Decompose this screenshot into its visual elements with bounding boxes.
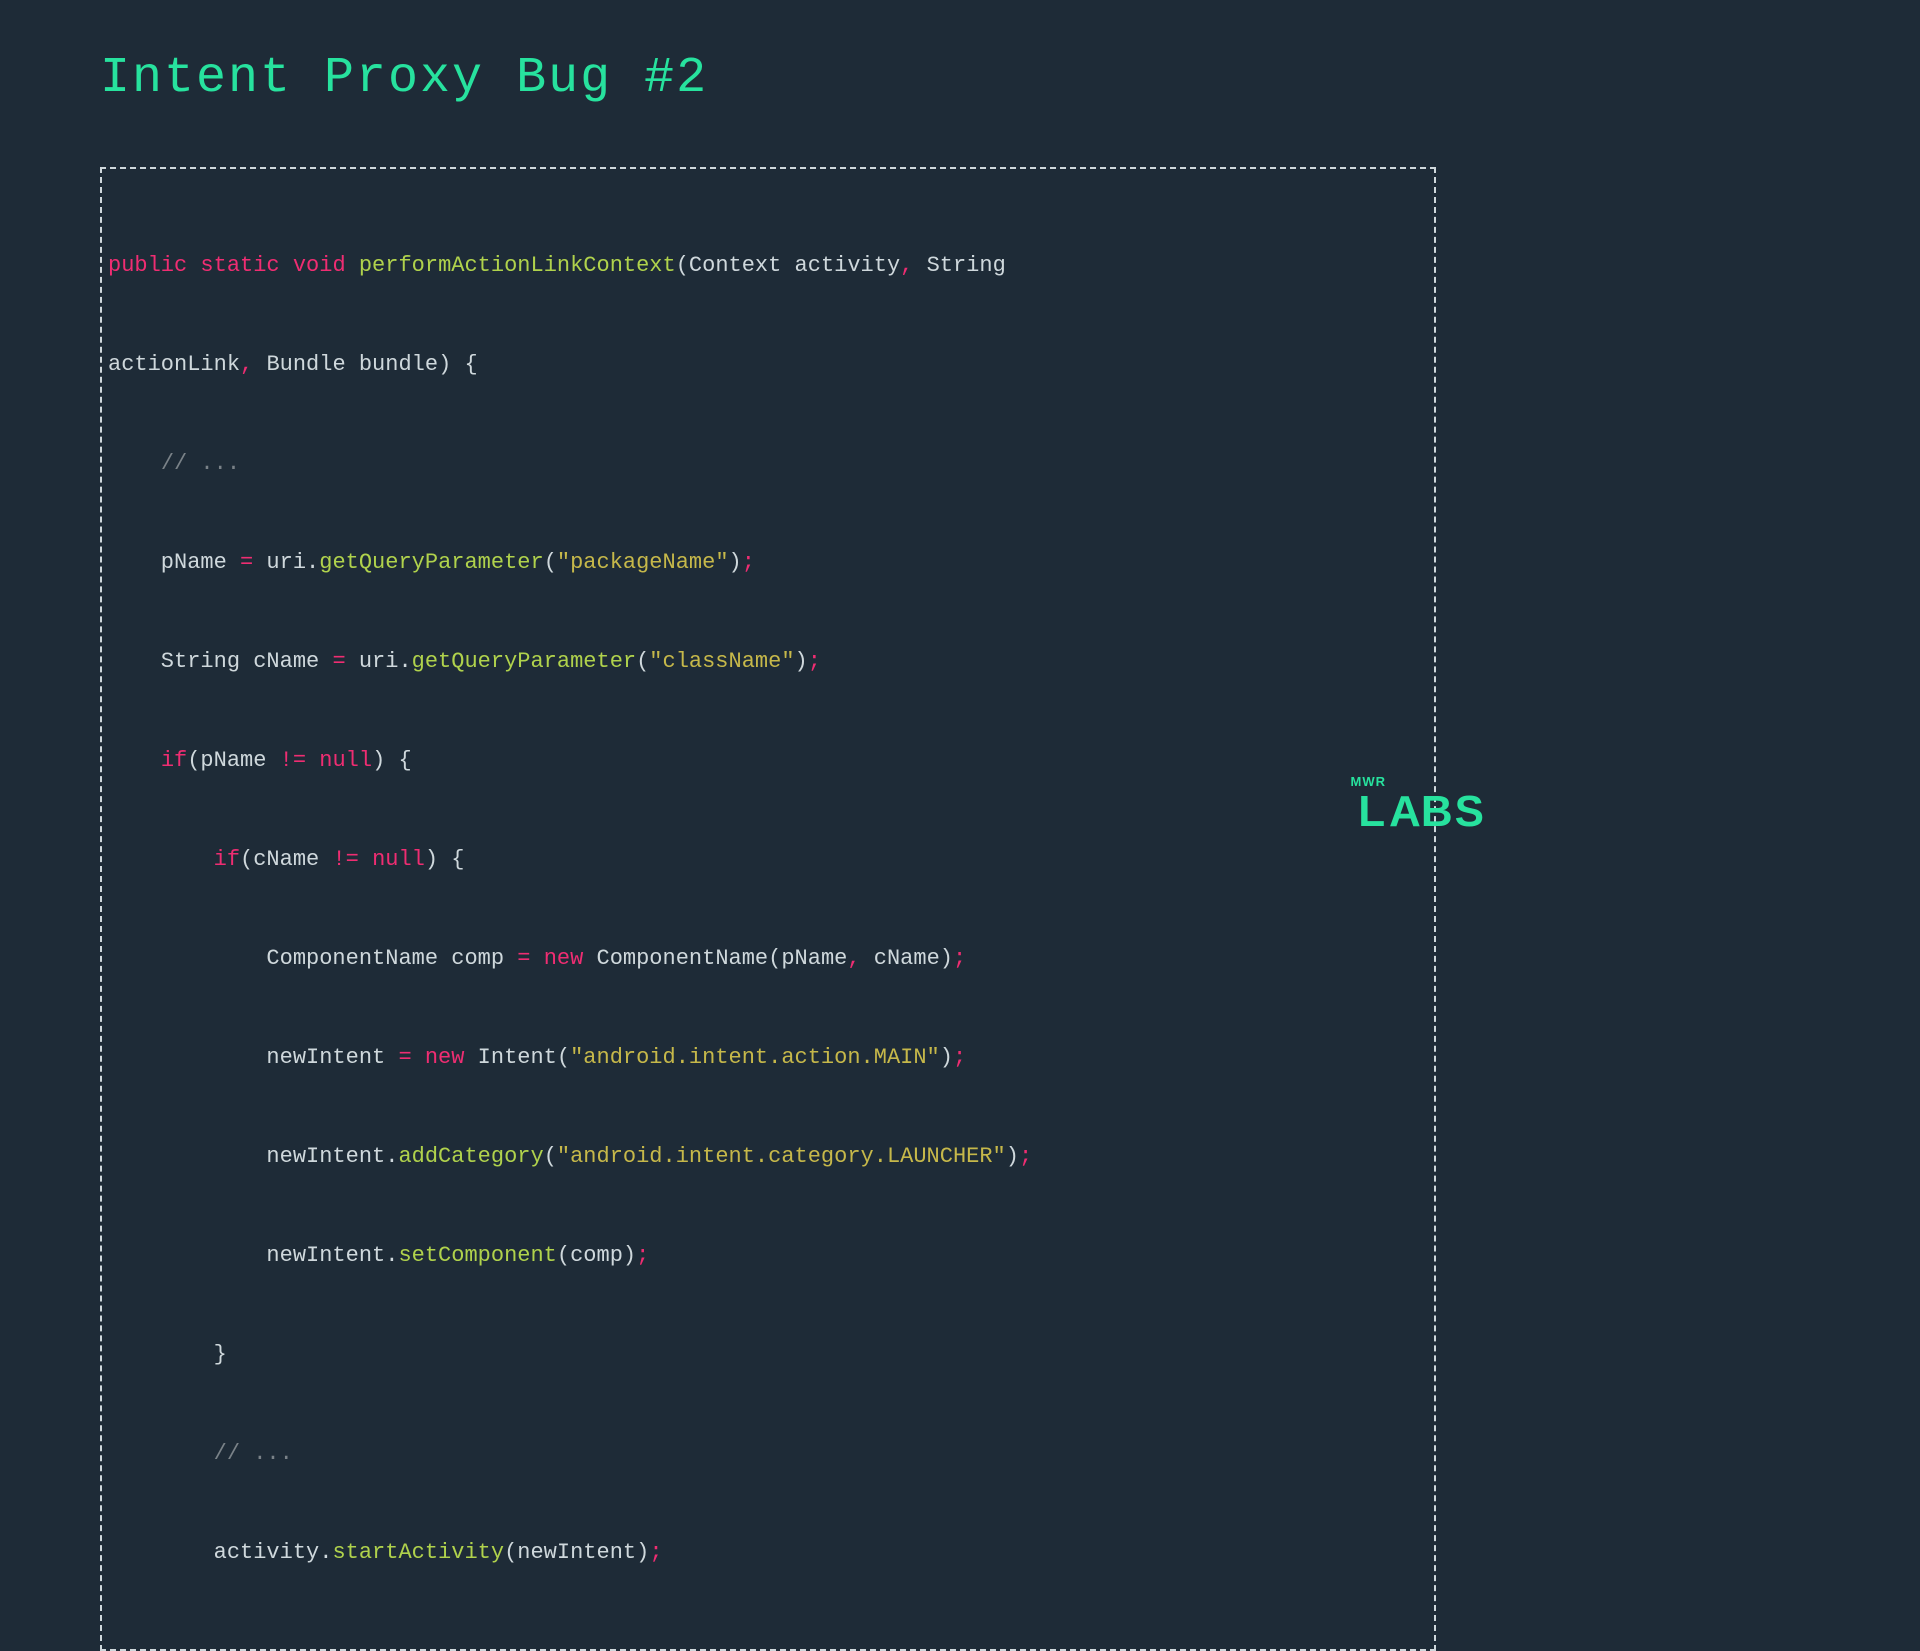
code-line: // ... <box>108 447 1428 480</box>
code-line: pName = uri.getQueryParameter("packageNa… <box>108 546 1428 579</box>
code-line: } <box>108 1338 1428 1371</box>
code-line: activity.startActivity(newIntent); <box>108 1536 1428 1569</box>
code-line: actionLink, Bundle bundle) { <box>108 348 1428 381</box>
code-line: newIntent.setComponent(comp); <box>108 1239 1428 1272</box>
code-line: ComponentName comp = new ComponentName(p… <box>108 942 1428 975</box>
mwr-labs-logo: MWR LABS <box>1351 775 1487 834</box>
code-line: public static void performActionLinkCont… <box>108 249 1428 282</box>
logo-bottom-text: LABS <box>1358 787 1486 836</box>
code-line: if(pName != null) { <box>108 744 1428 777</box>
slide: Intent Proxy Bug #2 public static void p… <box>0 0 1536 864</box>
code-line: newIntent = new Intent("android.intent.a… <box>108 1041 1428 1074</box>
code-line: String cName = uri.getQueryParameter("cl… <box>108 645 1428 678</box>
slide-title: Intent Proxy Bug #2 <box>100 50 1436 107</box>
code-line: newIntent.addCategory("android.intent.ca… <box>108 1140 1428 1173</box>
code-line: if(cName != null) { <box>108 843 1428 876</box>
code-line: // ... <box>108 1437 1428 1470</box>
code-block: public static void performActionLinkCont… <box>100 167 1436 1651</box>
